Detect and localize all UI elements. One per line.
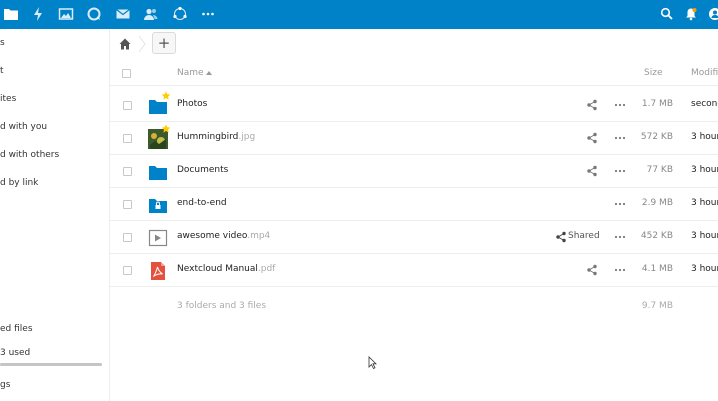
- file-size: 4.1 MB: [641, 264, 673, 274]
- more-actions-icon[interactable]: [614, 165, 626, 177]
- file-name[interactable]: Hummingbird.jpg: [177, 132, 255, 142]
- user-menu-icon[interactable]: [707, 6, 718, 22]
- talk-icon[interactable]: [86, 6, 102, 22]
- share-icon[interactable]: [586, 99, 598, 111]
- row-checkbox[interactable]: [123, 200, 132, 209]
- video-icon: [148, 228, 168, 248]
- column-header-size[interactable]: Size: [644, 68, 662, 78]
- share-icon[interactable]: [586, 264, 598, 276]
- table-row[interactable]: end-to-end 2.9 MB 3 hours: [110, 188, 718, 221]
- summary-text: 3 folders and 3 files: [177, 301, 267, 311]
- file-modified: 3 hours: [691, 165, 718, 175]
- sidebar-item-deleted-files[interactable]: ed files: [0, 319, 109, 339]
- favorite-star-icon: [161, 91, 171, 101]
- breadcrumb-separator-icon: [138, 35, 146, 53]
- pdf-icon: [148, 261, 168, 281]
- file-name[interactable]: Photos: [177, 99, 207, 109]
- row-checkbox[interactable]: [123, 134, 132, 143]
- file-name[interactable]: awesome video.mp4: [177, 231, 270, 241]
- file-name[interactable]: Documents: [177, 165, 228, 175]
- table-row[interactable]: Documents 77 KB 3 hours: [110, 155, 718, 188]
- more-actions-icon[interactable]: [614, 264, 626, 276]
- mail-icon[interactable]: [115, 6, 131, 22]
- encrypted-folder-icon: [148, 195, 168, 215]
- sidebar-item-shared-with-others[interactable]: d with others: [0, 145, 109, 165]
- sidebar-item-shared-by-link[interactable]: d by link: [0, 173, 109, 193]
- file-name[interactable]: end-to-end: [177, 198, 227, 208]
- row-checkbox[interactable]: [123, 167, 132, 176]
- file-modified: second: [691, 99, 718, 109]
- sort-ascending-icon: [206, 71, 212, 75]
- file-list-header: Name Size Modifie: [110, 62, 718, 86]
- sidebar-item-all-files[interactable]: s: [0, 33, 109, 53]
- gallery-icon[interactable]: [58, 6, 74, 22]
- file-size: 452 KB: [640, 231, 673, 241]
- controls-bar: +: [110, 29, 718, 59]
- sidebar-item-favorites[interactable]: ites: [0, 89, 109, 109]
- circles-icon[interactable]: [172, 6, 188, 22]
- row-checkbox[interactable]: [123, 266, 132, 275]
- more-actions-icon[interactable]: [614, 198, 626, 210]
- share-icon[interactable]: [586, 132, 598, 144]
- file-size: 572 KB: [640, 132, 673, 142]
- sidebar-item-label: t: [0, 66, 4, 76]
- table-row[interactable]: Hummingbird.jpg 572 KB 3 hours: [110, 122, 718, 155]
- table-row[interactable]: awesome video.mp4 Shared 452 KB 3 hours: [110, 221, 718, 254]
- mouse-cursor-icon: [368, 356, 377, 370]
- new-file-button[interactable]: +: [152, 32, 176, 54]
- sidebar-item-label: s: [0, 38, 5, 48]
- sidebar-item-label: d with you: [0, 122, 48, 132]
- file-modified: 3 hours: [691, 264, 718, 274]
- summary-size: 9.7 MB: [641, 301, 673, 311]
- contacts-icon[interactable]: [143, 6, 159, 22]
- sidebar-item-shared-with-you[interactable]: d with you: [0, 117, 109, 137]
- search-icon[interactable]: [659, 6, 675, 22]
- select-all-checkbox[interactable]: [122, 69, 131, 78]
- file-size: 1.7 MB: [641, 99, 673, 109]
- share-icon[interactable]: [586, 165, 598, 177]
- file-modified: 3 hours: [691, 132, 718, 142]
- sidebar-item-label: gs: [0, 380, 11, 390]
- quota-label: 3 used: [0, 348, 31, 358]
- more-actions-icon[interactable]: [614, 99, 626, 111]
- column-header-modified[interactable]: Modifie: [691, 68, 718, 78]
- sidebar: s t ites d with you d with others d by l…: [0, 29, 110, 401]
- sidebar-item-settings[interactable]: gs: [0, 375, 109, 395]
- quota-progress-fill: [0, 363, 102, 366]
- notifications-icon[interactable]: [683, 6, 699, 22]
- shared-label[interactable]: Shared: [568, 231, 600, 241]
- sidebar-item-label: ed files: [0, 324, 33, 334]
- quota-progress-bar: [0, 363, 102, 366]
- activity-icon[interactable]: [30, 6, 46, 22]
- quota-info: 3 used: [0, 343, 109, 363]
- home-icon[interactable]: [118, 37, 132, 51]
- folder-icon: [148, 162, 168, 182]
- file-list-summary: 3 folders and 3 files 9.7 MB: [110, 294, 718, 318]
- sidebar-item-label: d by link: [0, 178, 39, 188]
- file-size: 77 KB: [646, 165, 673, 175]
- top-bar: [0, 0, 718, 29]
- more-actions-icon[interactable]: [614, 132, 626, 144]
- row-checkbox[interactable]: [123, 101, 132, 110]
- column-header-name[interactable]: Name: [177, 68, 204, 78]
- more-actions-icon[interactable]: [614, 231, 626, 243]
- file-modified: 3 hours: [691, 198, 718, 208]
- table-row[interactable]: Photos 1.7 MB second: [110, 89, 718, 122]
- sidebar-item-label: ites: [0, 94, 17, 104]
- file-size: 2.9 MB: [641, 198, 673, 208]
- more-apps-icon[interactable]: [200, 6, 216, 22]
- file-modified: 3 hours: [691, 231, 718, 241]
- row-checkbox[interactable]: [123, 233, 132, 242]
- files-app-icon[interactable]: [3, 6, 19, 22]
- shared-icon[interactable]: [555, 231, 567, 243]
- table-row[interactable]: Nextcloud Manual.pdf 4.1 MB 3 hours: [110, 254, 718, 287]
- file-list-area: + Name Size Modifie Photos 1.7 MB second: [110, 29, 718, 401]
- sidebar-item-label: d with others: [0, 150, 60, 160]
- file-name[interactable]: Nextcloud Manual.pdf: [177, 264, 275, 274]
- sidebar-item-recent[interactable]: t: [0, 61, 109, 81]
- favorite-star-icon: [161, 124, 171, 134]
